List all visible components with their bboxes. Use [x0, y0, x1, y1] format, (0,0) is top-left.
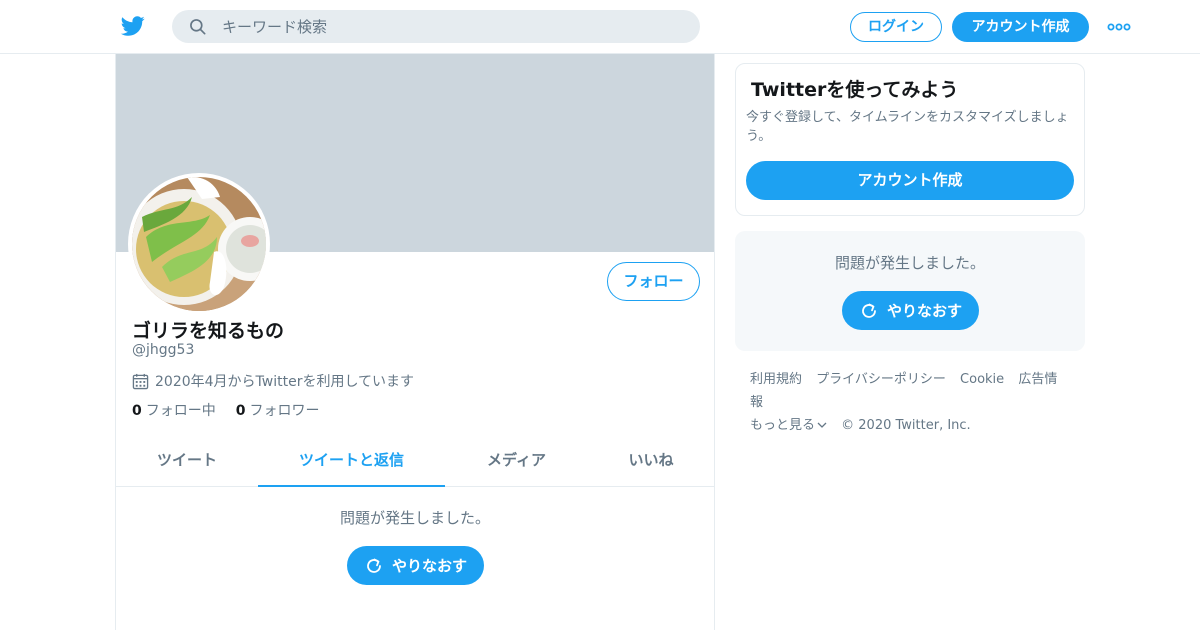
signup-card-button[interactable]: アカウント作成: [746, 161, 1074, 200]
tab-media[interactable]: メディア: [445, 437, 588, 487]
twitter-bird-icon[interactable]: [120, 14, 146, 38]
profile-stats: 0 フォロー中 0 フォロワー: [132, 400, 340, 420]
refresh-icon: [862, 303, 876, 318]
more-dots-icon[interactable]: [1106, 17, 1132, 37]
followers-count: 0: [235, 403, 246, 419]
footer-link-terms[interactable]: 利用規約: [750, 372, 802, 387]
profile-handle[interactable]: @jhgg53: [132, 342, 194, 358]
search-input[interactable]: [222, 10, 682, 43]
profile-column: フォロー ゴリラを知るもの @jhgg53 2020年4月からTwitterを利…: [115, 54, 715, 630]
follow-button[interactable]: フォロー: [607, 262, 700, 301]
retry-button[interactable]: やりなおす: [347, 546, 484, 585]
trends-retry-button[interactable]: やりなおす: [842, 291, 979, 330]
search-bar: [172, 10, 700, 43]
followers-stat[interactable]: 0 フォロワー: [236, 400, 320, 420]
following-stat[interactable]: 0 フォロー中: [132, 400, 216, 420]
footer-more-link[interactable]: もっと見る: [750, 418, 827, 433]
signup-card-title: Twitterを使ってみよう: [751, 79, 959, 101]
following-count: 0: [132, 403, 142, 419]
signup-card-text: 今すぐ登録して、タイムラインをカスタマイズしましょう。: [746, 110, 1069, 144]
retry-label: やりなおす: [391, 557, 467, 575]
tab-tweets-and-replies[interactable]: ツイートと返信: [258, 437, 445, 487]
search-icon: [190, 19, 206, 35]
top-navigation-bar: ログイン アカウント作成: [0, 0, 1200, 54]
joined-text: 2020年4月からTwitterを利用しています: [155, 374, 415, 390]
trends-retry-label: やりなおす: [886, 302, 962, 320]
trends-error-text: 問題が発生しました。: [834, 254, 985, 272]
timeline-error-text: 問題が発生しました。: [339, 509, 490, 527]
tab-tweets[interactable]: ツイート: [116, 437, 258, 487]
footer-links: 利用規約 プライバシーポリシー Cookie 広告情報 もっと見る © 2020…: [750, 368, 1080, 437]
footer-link-cookie[interactable]: Cookie: [960, 372, 1004, 387]
copyright: © 2020 Twitter, Inc.: [841, 418, 971, 433]
profile-tabs: ツイート ツイートと返信 メディア いいね: [116, 437, 714, 487]
avatar-photo: [132, 177, 266, 311]
calendar-icon: [132, 373, 149, 389]
footer-link-privacy[interactable]: プライバシーポリシー: [816, 372, 946, 387]
signup-button[interactable]: アカウント作成: [952, 12, 1089, 42]
joined-date: 2020年4月からTwitterを利用しています: [132, 371, 414, 391]
chevron-down-icon: [817, 422, 827, 428]
tab-likes[interactable]: いいね: [588, 437, 714, 487]
trends-card: 問題が発生しました。 やりなおす: [735, 231, 1085, 351]
signup-card: Twitterを使ってみよう 今すぐ登録して、タイムラインをカスタマイズしましょ…: [735, 63, 1085, 216]
login-button[interactable]: ログイン: [850, 12, 942, 42]
following-label: フォロー中: [145, 403, 216, 419]
profile-name: ゴリラを知るもの: [132, 320, 285, 342]
refresh-icon: [367, 558, 381, 573]
followers-label: フォロワー: [249, 403, 320, 419]
avatar[interactable]: [128, 173, 270, 315]
footer-more-label: もっと見る: [750, 418, 816, 433]
